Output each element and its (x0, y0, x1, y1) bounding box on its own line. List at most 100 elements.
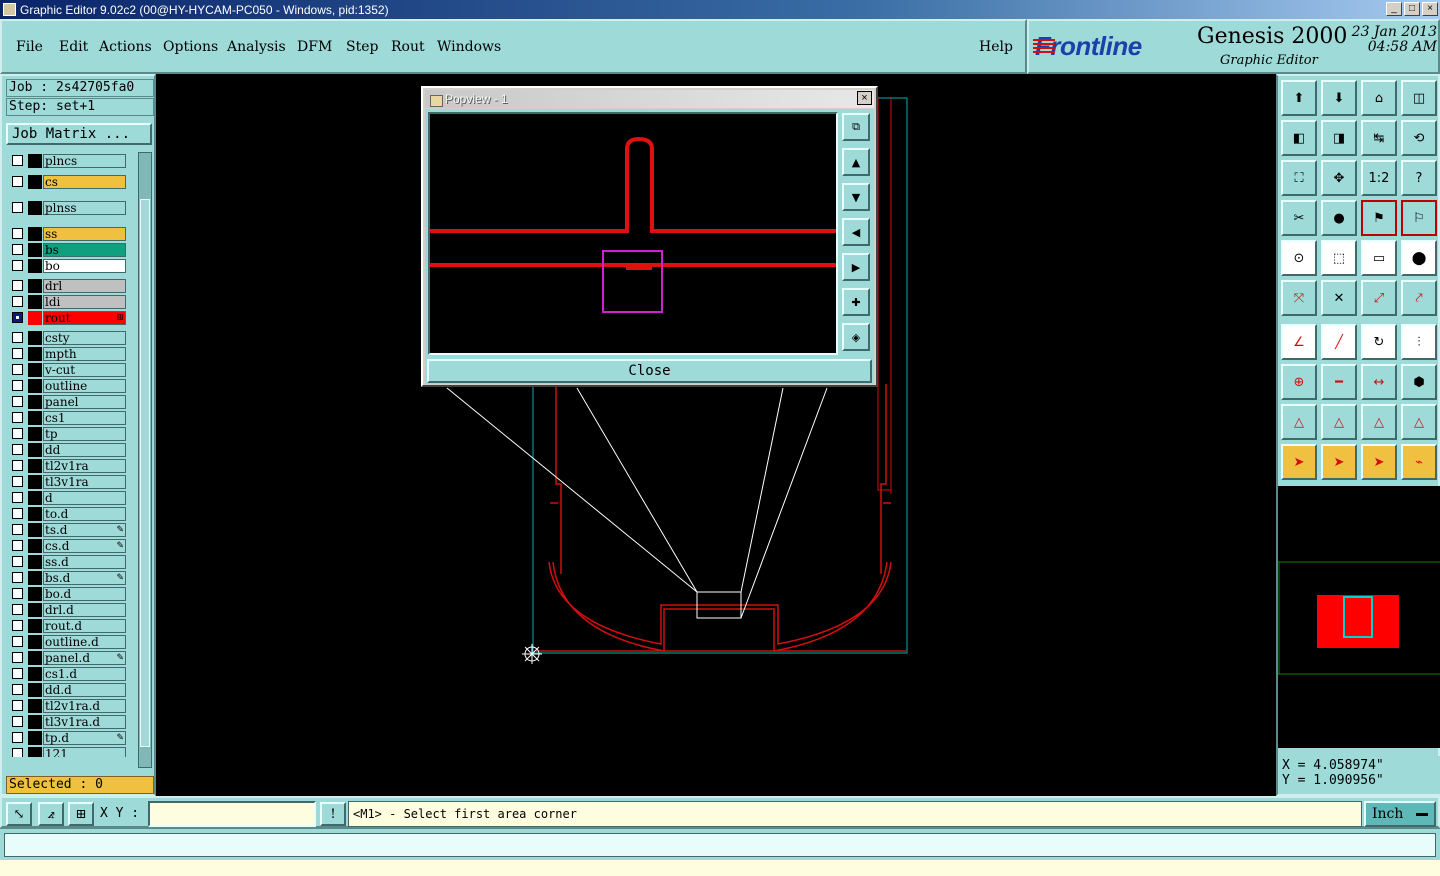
layer-color-swatch[interactable] (28, 523, 42, 537)
layer-row-tl3v1ra-d[interactable]: tl3v1ra.d (8, 715, 130, 729)
job-matrix-button[interactable]: Job Matrix ... (6, 123, 152, 145)
layer-name[interactable]: cs1 (43, 411, 126, 425)
layer-row-cs1[interactable]: cs1 (8, 411, 130, 425)
layer-row-plnss[interactable]: plnss (8, 201, 130, 215)
layer-name[interactable]: d (43, 491, 126, 505)
layer-row-cs[interactable]: cs (8, 175, 130, 189)
pan-right-icon[interactable]: ◨ (1321, 120, 1357, 156)
layer-color-swatch[interactable] (28, 555, 42, 569)
maximize-button[interactable]: □ (1404, 2, 1420, 16)
layer-row-cs1-d[interactable]: cs1.d (8, 667, 130, 681)
pop-down-icon[interactable]: ▼ (842, 183, 870, 211)
layer-name[interactable]: tp.d (43, 731, 126, 745)
pop-left-icon[interactable]: ◀ (842, 218, 870, 246)
layer-checkbox[interactable] (12, 244, 23, 255)
layer-row-dd-d[interactable]: dd.d (8, 683, 130, 697)
redraw-icon[interactable]: ⟲ (1401, 120, 1437, 156)
layer-row-tp[interactable]: tp (8, 427, 130, 441)
layer-checkbox[interactable] (12, 260, 23, 271)
menu-actions[interactable]: Actions (99, 39, 152, 55)
overview-map[interactable] (1278, 486, 1440, 748)
layer-color-swatch[interactable] (28, 603, 42, 617)
layer-row-plncs[interactable]: plncs (8, 154, 130, 168)
layer-color-swatch[interactable] (28, 311, 42, 325)
pop-zoom-in-icon[interactable]: ✚ (842, 288, 870, 316)
layer-checkbox[interactable] (12, 604, 23, 615)
arrow-box-icon[interactable]: ➤ (1321, 444, 1357, 480)
menu-analysis[interactable]: Analysis (227, 39, 286, 55)
layer-row-121[interactable]: 121 (8, 747, 130, 757)
layer-color-swatch[interactable] (28, 154, 42, 168)
pop-zoom-icon[interactable]: ⧉ (842, 113, 870, 141)
layer-color-swatch[interactable] (28, 571, 42, 585)
select-area-icon[interactable]: ⬚ (1321, 240, 1357, 276)
move-icon[interactable]: ⤧ (1281, 280, 1317, 316)
layer-row-d[interactable]: d (8, 491, 130, 505)
layer-name[interactable]: tp (43, 427, 126, 441)
layer-name[interactable]: csty (43, 331, 126, 345)
tri-b-icon[interactable]: △ (1321, 404, 1357, 440)
close-window-button[interactable]: × (1422, 2, 1438, 16)
layer-name[interactable]: mpth (43, 347, 126, 361)
layer-name[interactable]: tl2v1ra (43, 459, 126, 473)
window-icon[interactable]: ◫ (1401, 80, 1437, 116)
layer-color-swatch[interactable] (28, 619, 42, 633)
layer-name[interactable]: bs.d (43, 571, 126, 585)
layer-checkbox[interactable] (12, 684, 23, 695)
layer-name[interactable]: panel (43, 395, 126, 409)
layer-checkbox[interactable] (12, 492, 23, 503)
layer-name[interactable]: tl3v1ra (43, 475, 126, 489)
zoom-home-icon[interactable]: ⬆ (1281, 80, 1317, 116)
layer-row-tp-d[interactable]: tp.d ✎ (8, 731, 130, 745)
layer-name[interactable]: panel.d (43, 651, 126, 665)
menu-file[interactable]: File (16, 39, 43, 55)
layer-checkbox[interactable] (12, 380, 23, 391)
popview-titlebar[interactable]: Popview - 1 (425, 90, 874, 108)
layer-row-bo-d[interactable]: bo.d (8, 587, 130, 601)
layer-row-mpth[interactable]: mpth (8, 347, 130, 361)
popview-close-icon[interactable]: × (857, 91, 872, 105)
layer-color-swatch[interactable] (28, 443, 42, 457)
layer-color-swatch[interactable] (28, 331, 42, 345)
layer-name[interactable]: rout.d (43, 619, 126, 633)
layer-checkbox[interactable] (12, 364, 23, 375)
connect-icon[interactable]: ⤢ (1361, 280, 1397, 316)
warning-button[interactable]: ! (320, 802, 346, 826)
layer-checkbox[interactable] (12, 202, 23, 213)
menu-options[interactable]: Options (163, 39, 218, 55)
layer-checkbox[interactable] (12, 476, 23, 487)
layer-name[interactable]: v-cut (43, 363, 126, 377)
minus-icon[interactable]: ━ (1321, 364, 1357, 400)
layer-color-swatch[interactable] (28, 715, 42, 729)
layer-color-swatch[interactable] (28, 539, 42, 553)
layer-name[interactable]: ss.d (43, 555, 126, 569)
center-icon[interactable]: ✥ (1321, 160, 1357, 196)
home-icon[interactable]: ⌂ (1361, 80, 1397, 116)
layer-name[interactable]: outline (43, 379, 126, 393)
pointer-icon[interactable]: ⤤ (1401, 280, 1437, 316)
layer-color-swatch[interactable] (28, 295, 42, 309)
layer-color-swatch[interactable] (28, 699, 42, 713)
layer-row-drl[interactable]: drl (8, 279, 130, 293)
scale-label[interactable]: 1:2 (1361, 160, 1397, 196)
layer-name[interactable]: bo.d (43, 587, 126, 601)
layer-color-swatch[interactable] (28, 587, 42, 601)
layer-row-tl2v1ra-d[interactable]: tl2v1ra.d (8, 699, 130, 713)
layer-row-cs-d[interactable]: cs.d ✎ (8, 539, 130, 553)
layer-checkbox[interactable] (12, 556, 23, 567)
layer-color-swatch[interactable] (28, 651, 42, 665)
layer-checkbox[interactable] (12, 296, 23, 307)
layer-checkbox[interactable] (12, 636, 23, 647)
minimize-button[interactable]: _ (1386, 2, 1402, 16)
layer-color-swatch[interactable] (28, 201, 42, 215)
layer-color-swatch[interactable] (28, 243, 42, 257)
layer-row-outline[interactable]: outline (8, 379, 130, 393)
layer-checkbox[interactable] (12, 176, 23, 187)
tri-d-icon[interactable]: △ (1401, 404, 1437, 440)
measure-tool-icon[interactable]: ⦨ (38, 802, 64, 826)
layer-checkbox[interactable] (12, 280, 23, 291)
help-icon[interactable]: ? (1401, 160, 1437, 196)
layer-row-tl3v1ra[interactable]: tl3v1ra (8, 475, 130, 489)
layer-row-dd[interactable]: dd (8, 443, 130, 457)
layer-color-swatch[interactable] (28, 747, 42, 757)
